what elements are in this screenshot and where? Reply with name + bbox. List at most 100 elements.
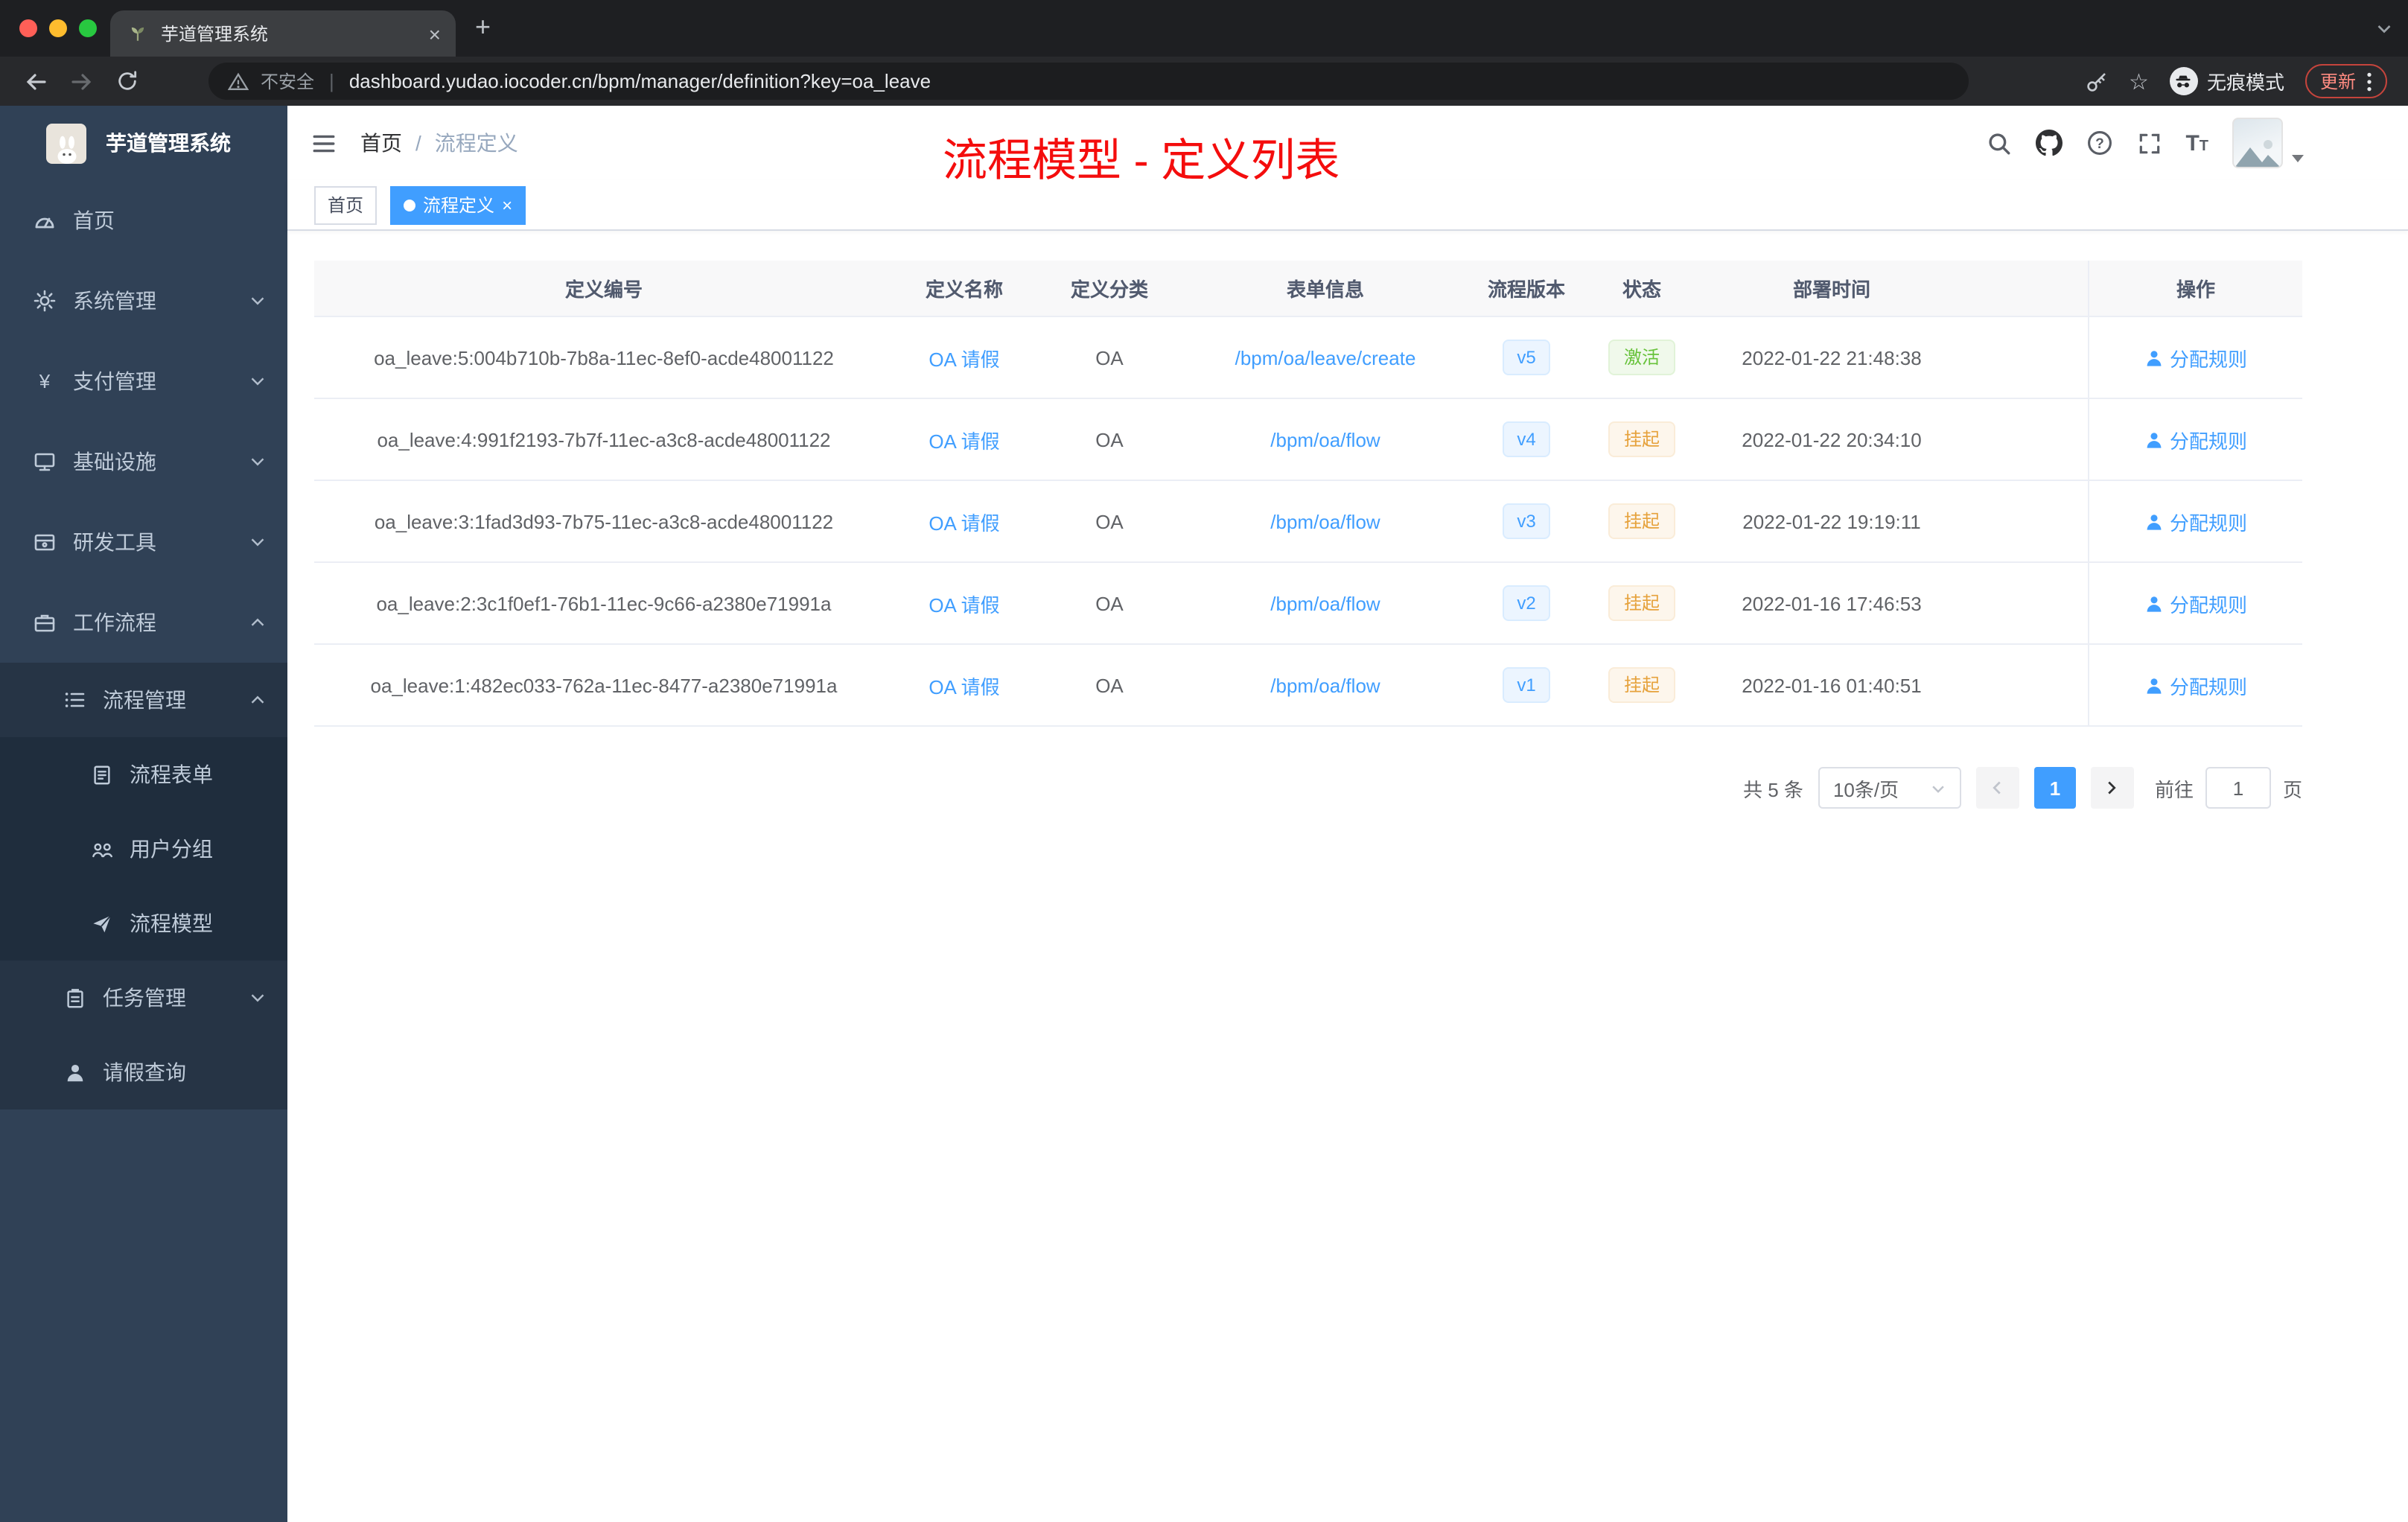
breadcrumb-home[interactable]: 首页 bbox=[360, 128, 402, 158]
sidebar-item-process-management[interactable]: 流程管理 bbox=[0, 663, 287, 737]
page-number-button[interactable]: 1 bbox=[2033, 767, 2076, 809]
form-link[interactable]: /bpm/oa/flow bbox=[1270, 674, 1380, 696]
definition-name-link[interactable]: OA 请假 bbox=[929, 512, 999, 534]
sidebar-item-payment[interactable]: ¥ 支付管理 bbox=[0, 341, 287, 421]
status-badge: 挂起 bbox=[1608, 503, 1675, 539]
table-row: oa_leave:2:3c1f0ef1-76b1-11ec-9c66-a2380… bbox=[314, 563, 2302, 645]
not-secure-icon bbox=[228, 71, 249, 92]
person-icon bbox=[2147, 350, 2162, 366]
breadcrumb: 首页 / 流程定义 bbox=[360, 128, 518, 158]
sidebar-brand[interactable]: 芋道管理系统 bbox=[0, 106, 287, 180]
new-tab-button[interactable]: + bbox=[475, 12, 491, 43]
password-key-icon[interactable] bbox=[2084, 69, 2108, 93]
yen-icon: ¥ bbox=[33, 369, 57, 393]
reload-button[interactable] bbox=[104, 57, 150, 106]
version-tag: v5 bbox=[1502, 340, 1551, 375]
table-header-row: 定义编号 定义名称 定义分类 表单信息 流程版本 状态 部署时间 操作 bbox=[314, 261, 2302, 317]
chevron-left-icon bbox=[1993, 781, 2001, 795]
logo-avatar bbox=[46, 123, 86, 163]
person-icon bbox=[2147, 678, 2162, 693]
definition-name-link[interactable]: OA 请假 bbox=[929, 675, 999, 698]
definition-id: oa_leave:2:3c1f0ef1-76b1-11ec-9c66-a2380… bbox=[376, 592, 832, 614]
col-header: 操作 bbox=[2088, 261, 2302, 316]
sidebar-item-devtools[interactable]: 研发工具 bbox=[0, 502, 287, 582]
prev-page-button[interactable] bbox=[1975, 767, 2019, 809]
browser-tab[interactable]: 芋道管理系统 × bbox=[110, 10, 456, 57]
assign-rule-link[interactable]: 分配规则 bbox=[2144, 589, 2247, 617]
tag-home[interactable]: 首页 bbox=[314, 185, 378, 224]
definition-name-link[interactable]: OA 请假 bbox=[929, 348, 999, 370]
assign-rule-link[interactable]: 分配规则 bbox=[2144, 507, 2247, 535]
url-text: dashboard.yudao.iocoder.cn/bpm/manager/d… bbox=[348, 70, 931, 92]
github-icon[interactable] bbox=[2035, 130, 2063, 156]
minimize-window-button[interactable] bbox=[49, 19, 67, 37]
definition-id: oa_leave:3:1fad3d93-7b75-11ec-a3c8-acde4… bbox=[374, 510, 834, 532]
app-navbar: 首页 / 流程定义 流程模型 - 定义列表 ? TT bbox=[287, 106, 2408, 186]
clipboard-icon bbox=[63, 986, 86, 1010]
form-link[interactable]: /bpm/oa/leave/create bbox=[1235, 346, 1416, 369]
page-size-select[interactable]: 10条/页 bbox=[1818, 767, 1961, 809]
form-link[interactable]: /bpm/oa/flow bbox=[1270, 510, 1380, 532]
chevron-down-icon bbox=[251, 538, 264, 547]
person-icon bbox=[2147, 596, 2162, 611]
chevron-up-icon bbox=[251, 618, 264, 626]
table-row: oa_leave:1:482ec033-762a-11ec-8477-a2380… bbox=[314, 645, 2302, 727]
goto-page-input[interactable] bbox=[2205, 767, 2271, 809]
definition-name-link[interactable]: OA 请假 bbox=[929, 593, 999, 616]
forward-button[interactable] bbox=[58, 57, 104, 106]
font-size-icon[interactable]: TT bbox=[2185, 130, 2208, 156]
assign-rule-link[interactable]: 分配规则 bbox=[2144, 671, 2247, 699]
deploy-time: 2022-01-22 20:34:10 bbox=[1742, 428, 1922, 450]
assign-rule-link[interactable]: 分配规则 bbox=[2144, 343, 2247, 372]
sidebar-item-user-group[interactable]: 用户分组 bbox=[0, 812, 287, 886]
form-link[interactable]: /bpm/oa/flow bbox=[1270, 592, 1380, 614]
sidebar-item-system[interactable]: 系统管理 bbox=[0, 261, 287, 341]
tab-search-icon[interactable] bbox=[2375, 19, 2393, 37]
pagination-total: 共 5 条 bbox=[1743, 778, 1803, 800]
address-bar[interactable]: 不安全 | dashboard.yudao.iocoder.cn/bpm/man… bbox=[208, 63, 1969, 100]
assign-rule-link[interactable]: 分配规则 bbox=[2144, 425, 2247, 453]
next-page-button[interactable] bbox=[2090, 767, 2134, 809]
list-icon bbox=[63, 688, 86, 712]
svg-text:?: ? bbox=[2095, 136, 2104, 152]
sidebar-item-task-management[interactable]: 任务管理 bbox=[0, 961, 287, 1035]
goto-label: 前往 bbox=[2154, 778, 2194, 800]
sidebar-item-infra[interactable]: 基础设施 bbox=[0, 421, 287, 502]
tag-process-definition[interactable]: 流程定义 × bbox=[390, 185, 526, 224]
menu-dots-icon bbox=[2367, 71, 2372, 91]
security-label: 不安全 bbox=[261, 71, 315, 92]
browser-tab-bar: 芋道管理系统 × + bbox=[0, 0, 2408, 57]
screenshot-stage: 芋道管理系统 × + 不安全 | dashboard.yudao.iocoder… bbox=[0, 0, 2408, 1522]
definition-category: OA bbox=[1095, 674, 1124, 696]
update-label: 更新 bbox=[2319, 71, 2356, 92]
back-button[interactable] bbox=[12, 57, 58, 106]
pagination: 共 5 条 10条/页 1 前往 页 bbox=[314, 767, 2302, 809]
zoom-window-button[interactable] bbox=[79, 19, 97, 37]
active-dot-icon bbox=[404, 199, 416, 211]
sidebar-item-leave-query[interactable]: 请假查询 bbox=[0, 1035, 287, 1109]
close-window-button[interactable] bbox=[19, 19, 37, 37]
form-link[interactable]: /bpm/oa/flow bbox=[1270, 428, 1380, 450]
person-icon bbox=[2147, 514, 2162, 529]
help-icon[interactable]: ? bbox=[2086, 130, 2112, 156]
sidebar-item-workflow[interactable]: 工作流程 bbox=[0, 582, 287, 663]
col-header: 定义分类 bbox=[1070, 278, 1148, 301]
fullscreen-icon[interactable] bbox=[2136, 130, 2162, 156]
window-controls bbox=[19, 19, 97, 37]
deploy-time: 2022-01-22 19:19:11 bbox=[1742, 510, 1921, 532]
chevron-up-icon bbox=[251, 695, 264, 704]
tab-close-icon[interactable]: × bbox=[429, 23, 441, 44]
bookmark-star-icon[interactable]: ☆ bbox=[2129, 68, 2149, 95]
definition-name-link[interactable]: OA 请假 bbox=[929, 430, 999, 452]
monitor-icon bbox=[33, 450, 57, 474]
sidebar-item-process-form[interactable]: 流程表单 bbox=[0, 737, 287, 812]
version-tag: v1 bbox=[1502, 667, 1551, 703]
sidebar-toggle-icon[interactable] bbox=[287, 130, 360, 156]
user-avatar-menu[interactable] bbox=[2232, 118, 2304, 168]
annotation-title: 流程模型 - 定义列表 bbox=[943, 137, 1340, 186]
sidebar-item-home[interactable]: 首页 bbox=[0, 180, 287, 261]
search-icon[interactable] bbox=[1986, 130, 2011, 156]
sidebar-item-process-model[interactable]: 流程模型 bbox=[0, 886, 287, 961]
browser-update-button[interactable]: 更新 bbox=[2305, 64, 2387, 98]
tag-close-icon[interactable]: × bbox=[502, 196, 512, 214]
